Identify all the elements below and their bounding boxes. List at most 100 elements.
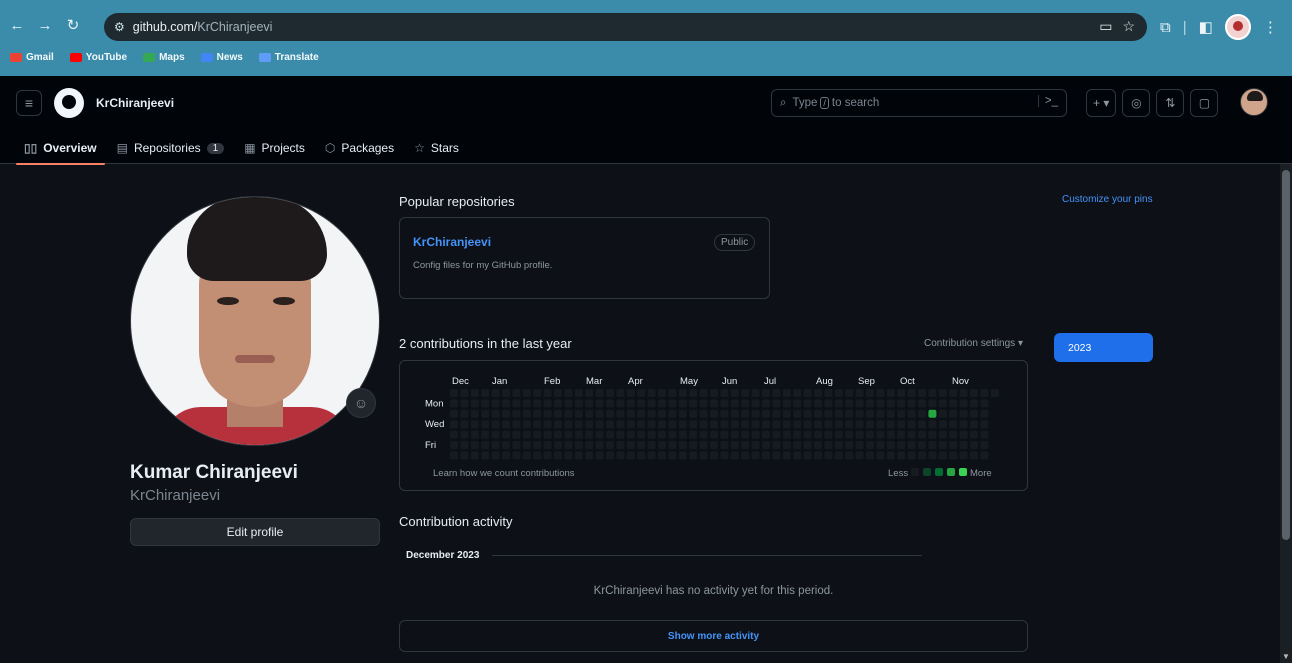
issues-button[interactable]: ◎ [1122,89,1151,117]
tab-repositories[interactable]: ▤ Repositories 1 [107,132,235,164]
contribution-day-cell[interactable] [876,399,885,408]
contribution-day-cell[interactable] [741,399,750,408]
contribution-day-cell[interactable] [793,399,802,408]
contribution-day-cell[interactable] [502,409,510,418]
contribution-day-cell[interactable] [980,451,989,460]
contribution-day-cell[interactable] [834,420,843,429]
contribution-day-cell[interactable] [845,451,854,460]
contribution-day-cell[interactable] [970,409,978,418]
contribution-day-cell[interactable] [814,451,822,460]
contribution-day-cell[interactable] [564,420,573,429]
contribution-day-cell[interactable] [928,420,937,429]
contribution-day-cell[interactable] [554,451,562,460]
contribution-day-cell[interactable] [741,420,750,429]
contribution-day-cell[interactable] [845,409,854,418]
contribution-day-cell[interactable] [481,389,490,397]
contribution-day-cell[interactable] [720,389,729,397]
contribution-day-cell[interactable] [814,389,822,397]
contribution-day-cell[interactable] [949,441,958,449]
show-more-activity-button[interactable]: Show more activity [399,620,1028,652]
contribution-day-cell[interactable] [689,409,698,418]
contribution-day-cell[interactable] [907,441,916,449]
contribution-day-cell[interactable] [606,430,614,439]
contribution-day-cell[interactable] [585,430,594,439]
contribution-day-cell[interactable] [491,451,500,460]
contribution-day-cell[interactable] [741,451,750,460]
contribution-day-cell[interactable] [886,409,895,418]
contribution-day-cell[interactable] [647,441,656,449]
contribution-day-cell[interactable] [699,451,708,460]
forward-icon[interactable]: → [36,17,54,34]
profile-avatar[interactable] [130,196,380,446]
contribution-day-cell[interactable] [720,430,729,439]
address-bar[interactable]: ⚙ github.com/KrChiranjeevi ▭ ☆ [104,13,1147,41]
contribution-day-cell[interactable] [460,451,469,460]
contribution-day-cell[interactable] [949,420,958,429]
contribution-day-cell[interactable] [543,441,552,449]
contribution-day-cell[interactable] [460,430,469,439]
cast-icon[interactable]: ▭ [1099,18,1112,35]
header-username[interactable]: KrChiranjeevi [96,96,174,110]
menu-kebab-icon[interactable]: ⋮ [1263,18,1278,36]
contribution-day-cell[interactable] [470,430,479,439]
contribution-day-cell[interactable] [866,441,874,449]
contribution-day-cell[interactable] [450,399,458,408]
contribution-day-cell[interactable] [470,441,479,449]
contribution-day-cell[interactable] [918,451,926,460]
contribution-day-cell[interactable] [876,389,885,397]
contribution-day-cell[interactable] [834,430,843,439]
reload-icon[interactable]: ↻ [64,16,82,34]
contribution-day-cell[interactable] [897,451,906,460]
contribution-day-cell[interactable] [834,409,843,418]
contribution-day-cell[interactable] [970,441,978,449]
contribution-day-cell[interactable] [907,420,916,429]
contribution-day-cell[interactable] [460,409,469,418]
contribution-day-cell[interactable] [710,420,718,429]
contribution-day-cell[interactable] [980,441,989,449]
contribution-day-cell[interactable] [616,451,625,460]
contribution-day-cell[interactable] [762,399,770,408]
contribution-day-cell[interactable] [554,441,562,449]
contribution-day-cell[interactable] [782,451,791,460]
search-input[interactable]: ⌕ Type / to search >_ [771,89,1067,117]
contribution-day-cell[interactable] [793,441,802,449]
contribution-day-cell[interactable] [959,409,968,418]
contribution-day-cell[interactable] [897,420,906,429]
contribution-day-cell[interactable] [918,441,926,449]
contribution-day-cell[interactable] [522,389,531,397]
contribution-day-cell[interactable] [803,430,812,439]
contribution-day-cell[interactable] [834,389,843,397]
contribution-day-cell[interactable] [502,430,510,439]
contribution-day-cell[interactable] [918,409,926,418]
contribution-day-cell[interactable] [824,451,833,460]
contribution-day-cell[interactable] [658,409,666,418]
contribution-day-cell[interactable] [886,451,895,460]
contribution-day-cell[interactable] [730,399,739,408]
contribution-day-cell[interactable] [564,399,573,408]
repo-name-link[interactable]: KrChiranjeevi [413,235,491,249]
contribution-day-cell[interactable] [626,451,635,460]
contribution-day-cell[interactable] [720,420,729,429]
contribution-day-cell[interactable] [793,409,802,418]
contribution-day-cell[interactable] [470,389,479,397]
contribution-day-cell[interactable] [980,389,989,397]
bookmark-star-icon[interactable]: ☆ [1122,18,1135,35]
contribution-day-cell[interactable] [658,451,666,460]
contribution-day-cell[interactable] [470,399,479,408]
contribution-day-cell[interactable] [866,399,874,408]
pull-requests-button[interactable]: ⇅ [1156,89,1185,117]
contribution-day-cell[interactable] [595,430,604,439]
contribution-day-cell[interactable] [980,409,989,418]
bookmark-youtube[interactable]: YouTube [69,52,127,63]
contribution-day-cell[interactable] [980,399,989,408]
contribution-day-cell[interactable] [502,389,510,397]
contribution-day-cell[interactable] [710,389,718,397]
contribution-day-cell[interactable] [876,451,885,460]
contribution-day-cell[interactable] [928,441,937,449]
contribution-day-cell[interactable] [876,430,885,439]
contribution-day-cell[interactable] [647,399,656,408]
contribution-day-cell[interactable] [814,409,822,418]
contribution-day-cell[interactable] [585,441,594,449]
contribution-day-cell[interactable] [699,420,708,429]
back-icon[interactable]: ← [8,17,26,34]
